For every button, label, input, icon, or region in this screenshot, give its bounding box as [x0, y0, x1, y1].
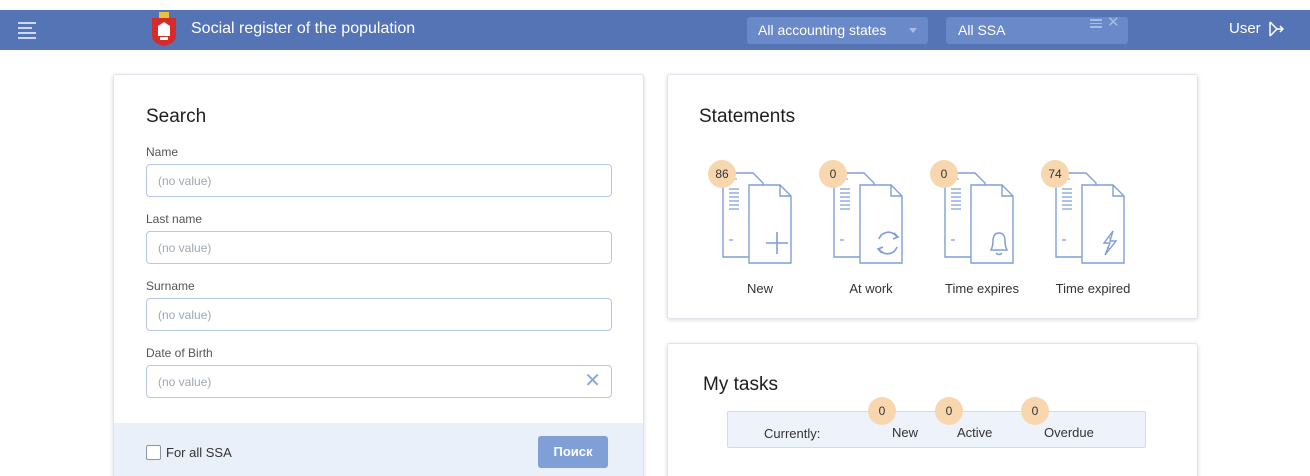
- chevron-down-icon: [909, 28, 917, 33]
- statement-label: Time expired: [1055, 281, 1131, 296]
- statement-label: Time expires: [945, 281, 1019, 296]
- accounting-state-select[interactable]: All accounting states: [747, 17, 928, 44]
- statement-at-work[interactable]: 0 At work: [816, 157, 926, 297]
- app-title: Social register of the population: [191, 20, 416, 37]
- search-footer: For all SSA Поиск: [114, 423, 643, 476]
- search-button[interactable]: Поиск: [538, 436, 608, 468]
- clear-icon[interactable]: ✕: [584, 370, 601, 392]
- accounting-state-value: All accounting states: [758, 22, 887, 38]
- statement-new[interactable]: 86 New: [705, 157, 815, 297]
- surname-field[interactable]: (no value): [146, 298, 612, 331]
- for-all-ssa-label[interactable]: For all SSA: [166, 445, 232, 460]
- ssa-filter-value: All SSA: [958, 22, 1006, 38]
- date-of-birth-field[interactable]: (no value) ✕: [146, 365, 612, 398]
- task-new-count: 0: [868, 397, 896, 425]
- search-title: Search: [146, 106, 207, 127]
- for-all-ssa-checkbox[interactable]: [146, 445, 161, 460]
- statements-title: Statements: [699, 106, 796, 127]
- task-active[interactable]: Active: [957, 425, 992, 440]
- task-active-count: 0: [935, 397, 963, 425]
- statements-card: Statements 86 New 0 At work 0 Time expires 74 T…: [667, 74, 1198, 319]
- user-name[interactable]: User: [1229, 20, 1261, 37]
- search-card: Search Name (no value) Last name (no val…: [113, 74, 644, 476]
- statement-count-badge: 0: [819, 160, 847, 188]
- menu-icon[interactable]: [18, 22, 36, 39]
- date-of-birth-placeholder: (no value): [158, 375, 212, 389]
- coat-of-arms-logo: [152, 12, 176, 46]
- task-overdue[interactable]: Overdue: [1044, 425, 1094, 440]
- last-name-field[interactable]: (no value): [146, 231, 612, 264]
- task-new[interactable]: New: [892, 425, 918, 440]
- list-icon[interactable]: [1090, 19, 1102, 29]
- statement-label: At work: [849, 281, 893, 296]
- surname-label: Surname: [146, 279, 195, 293]
- top-bar: Social register of the population All ac…: [0, 10, 1310, 50]
- statement-count-badge: 74: [1041, 160, 1069, 188]
- tasks-card: My tasks Currently: 0 New 0 Active 0 Ove…: [667, 343, 1198, 476]
- last-name-label: Last name: [146, 212, 203, 226]
- logout-icon[interactable]: [1268, 21, 1284, 37]
- tasks-currently-label: Currently:: [764, 426, 821, 441]
- tasks-title: My tasks: [703, 374, 778, 395]
- statement-time-expired[interactable]: 74 Time expired: [1038, 157, 1148, 297]
- statement-count-badge: 0: [930, 160, 958, 188]
- date-of-birth-label: Date of Birth: [146, 346, 213, 360]
- close-icon[interactable]: ✕: [1107, 13, 1120, 31]
- name-field[interactable]: (no value): [146, 164, 612, 197]
- task-overdue-count: 0: [1021, 397, 1049, 425]
- statement-label: New: [746, 281, 773, 296]
- name-label: Name: [146, 145, 179, 159]
- statement-count-badge: 86: [708, 160, 736, 188]
- statement-time-expires[interactable]: 0 Time expires: [927, 157, 1037, 297]
